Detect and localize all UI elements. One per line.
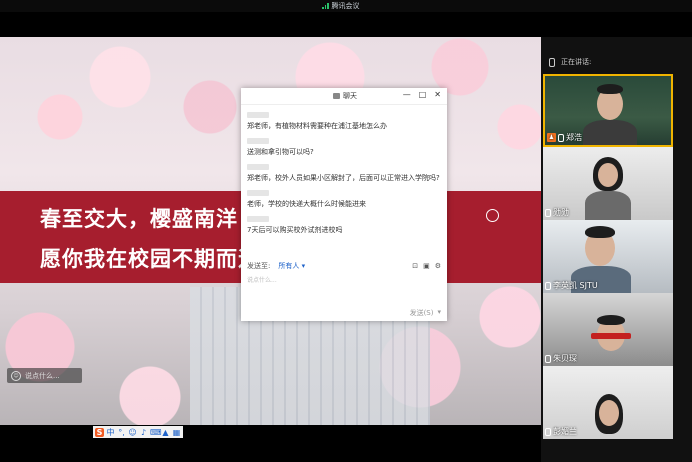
participant-face [599, 400, 619, 426]
emoji-icon: ☺ [11, 370, 21, 381]
mic-icon [545, 427, 551, 436]
window-controls: — □ ✕ [403, 90, 441, 99]
window-titlebar: 腾讯会议 [0, 0, 692, 12]
send-button-label: 发送(S) [409, 309, 434, 317]
chat-header: 聊天 — □ ✕ [241, 88, 447, 105]
message-text: 郑老师，有植物材料需要种在浦江基地怎么办 [247, 122, 387, 130]
mic-icon [549, 57, 555, 67]
participant-tile[interactable]: ♟ 郑浩 [543, 74, 673, 147]
participant-body [591, 333, 631, 339]
chat-window: 聊天 — □ ✕ 郑老师，有植物材料需要种在浦江基地怎么办 送测和拿引物可以吗?… [241, 88, 447, 321]
participant-name: 李英凯 SJTU [553, 281, 598, 290]
participant-hair [597, 84, 623, 94]
sender-name-redacted [247, 190, 269, 196]
participant-panel: 正在讲话: ♟ 郑浩 勋勋 李英凯 SJTU 朱贝琛 彭媚兰 [541, 37, 692, 462]
participant-name: 勋勋 [553, 208, 569, 217]
mic-icon [558, 133, 564, 142]
host-badge-icon: ♟ [547, 133, 556, 142]
sender-name-redacted [247, 216, 269, 222]
participant-body [585, 191, 631, 220]
chat-message: 送测和拿引物可以吗? [247, 138, 443, 158]
participant-hair [585, 226, 615, 238]
close-icon[interactable]: ✕ [434, 90, 441, 99]
speaking-indicator: 正在讲话: [541, 52, 692, 72]
mic-icon [545, 208, 551, 217]
ime-mode-toggle[interactable]: 中 [106, 427, 115, 438]
sogou-logo-icon[interactable]: S [95, 427, 104, 437]
sender-name-redacted [247, 112, 269, 118]
participant-face [598, 163, 618, 187]
cursor-circle-icon [486, 209, 499, 222]
participant-name: 彭媚兰 [553, 427, 577, 436]
participant-tile[interactable]: 勋勋 [543, 147, 673, 220]
participant-name-row: 李英凯 SJTU [545, 280, 598, 291]
chat-input[interactable]: 说点什么... [247, 275, 277, 284]
sender-name-redacted [247, 138, 269, 144]
chat-message: 郑老师，有植物材料需要种在浦江基地怎么办 [247, 112, 443, 132]
chat-icon [333, 93, 340, 99]
speaking-label: 正在讲话: [561, 58, 592, 66]
participant-name-row: ♟ 郑浩 [547, 132, 582, 143]
chevron-down-icon[interactable]: ▾ [437, 308, 441, 318]
skin-icon[interactable]: ▲ [161, 428, 170, 437]
recipient-value: 所有人 [278, 262, 300, 270]
quick-chat-input[interactable]: ☺ 说点什么... [7, 368, 82, 383]
emoji-icon[interactable]: ☺ [128, 428, 137, 437]
participant-hair [597, 315, 625, 325]
ime-toolbar[interactable]: S 中 °, ☺ ♪ ⌨ ▲ ▦ [93, 426, 183, 438]
participant-name-row: 勋勋 [545, 207, 569, 218]
send-to-row: 发送至: 所有人 ▾ ⊡ ▣ ⚙ [247, 260, 441, 272]
participant-body [583, 120, 637, 145]
participant-tile[interactable]: 朱贝琛 [543, 293, 673, 366]
slide-headline-1: 春至交大，樱盛南洋 [40, 207, 238, 231]
image-icon[interactable]: ▣ [423, 262, 430, 270]
mic-icon[interactable]: ♪ [139, 428, 148, 437]
punctuation-icon[interactable]: °, [117, 428, 126, 437]
screenshot-icon[interactable]: ⊡ [412, 262, 418, 270]
settings-icon[interactable]: ⚙ [435, 262, 441, 270]
quick-chat-placeholder: 说点什么... [25, 371, 60, 380]
maximize-icon[interactable]: □ [419, 90, 427, 99]
sender-name-redacted [247, 164, 269, 170]
participant-tile[interactable]: 彭媚兰 [543, 366, 673, 439]
mic-icon [545, 281, 551, 290]
keyboard-icon[interactable]: ⌨ [150, 428, 162, 437]
chat-title: 聊天 [343, 92, 357, 100]
chat-title-group: 聊天 [333, 91, 357, 101]
mic-icon [545, 354, 551, 363]
participant-tile[interactable]: 李英凯 SJTU [543, 220, 673, 293]
chat-input-placeholder: 说点什么... [247, 277, 277, 284]
signal-icon [322, 3, 329, 9]
chat-tools: ⊡ ▣ ⚙ [412, 262, 441, 270]
chat-message: 老师，学校的快递大概什么时候能进来 [247, 190, 443, 210]
minimize-icon[interactable]: — [403, 90, 411, 99]
bottom-bar [0, 425, 541, 462]
participant-name: 朱贝琛 [553, 354, 577, 363]
app-title-group: 腾讯会议 [322, 0, 360, 12]
chat-message: 7天后可以购买校外试剂进校吗 [247, 216, 443, 236]
message-text: 送测和拿引物可以吗? [247, 148, 314, 156]
participant-name: 郑浩 [566, 133, 582, 142]
message-text: 郑老师，校外人员如果小区解封了，后面可以正常进入学院吗? [247, 174, 440, 182]
participant-name-row: 朱贝琛 [545, 353, 577, 364]
chat-message: 郑老师，校外人员如果小区解封了，后面可以正常进入学院吗? [247, 164, 443, 184]
message-list: 郑老师，有植物材料需要种在浦江基地怎么办 送测和拿引物可以吗? 郑老师，校外人员… [247, 108, 443, 236]
message-text: 老师，学校的快递大概什么时候能进来 [247, 200, 366, 208]
message-text: 7天后可以购买校外试剂进校吗 [247, 226, 343, 234]
toolbox-icon[interactable]: ▦ [172, 428, 181, 437]
send-button[interactable]: 发送(S) ▾ [410, 308, 441, 318]
participant-name-row: 彭媚兰 [545, 426, 577, 437]
app-title: 腾讯会议 [331, 2, 360, 10]
send-to-label: 发送至: [247, 262, 271, 270]
recipient-select[interactable]: 所有人 ▾ [278, 261, 305, 271]
